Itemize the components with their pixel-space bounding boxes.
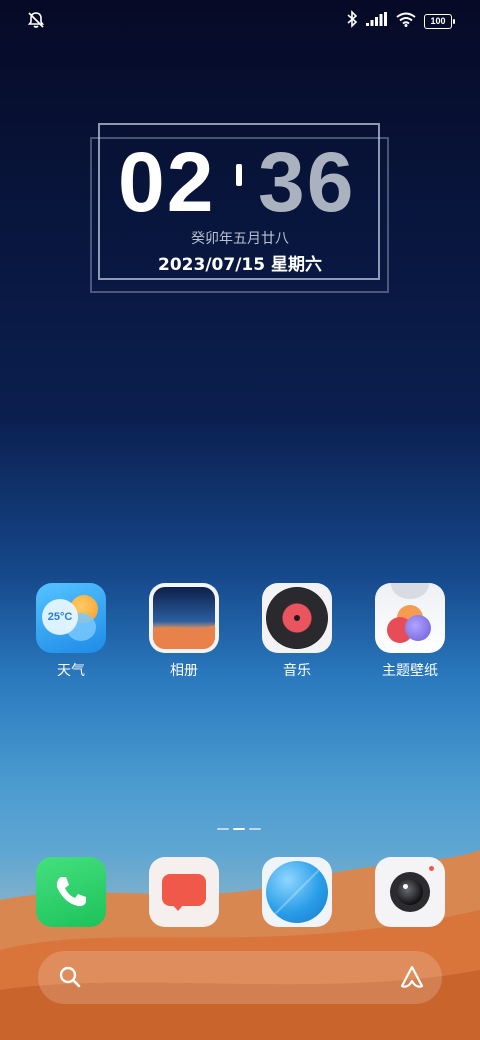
clock-minute: 36: [258, 135, 356, 229]
app-music[interactable]: 音乐: [262, 583, 332, 680]
app-grid: 25°C 天气 相册 音乐 主题壁纸: [0, 583, 480, 683]
app-themes[interactable]: 主题壁纸: [375, 583, 445, 680]
search-icon[interactable]: [58, 965, 82, 994]
weather-temp: 25°C: [42, 599, 78, 635]
silent-mode-icon: [26, 10, 46, 35]
music-icon: [262, 583, 332, 653]
signal-icon: [366, 12, 388, 31]
app-label: 主题壁纸: [382, 663, 438, 679]
search-bar[interactable]: [38, 951, 442, 1004]
themes-icon: [375, 583, 445, 653]
camera-icon[interactable]: [375, 857, 445, 927]
lunar-date: 癸卯年五月廿八: [191, 231, 289, 247]
app-label: 音乐: [283, 663, 311, 679]
clock-colon: [236, 164, 242, 186]
page-dot-active: [233, 828, 245, 830]
weather-icon: 25°C: [36, 583, 106, 653]
app-gallery[interactable]: 相册: [149, 583, 219, 680]
assistant-icon[interactable]: [398, 964, 426, 995]
app-label: 相册: [170, 663, 198, 679]
phone-icon[interactable]: [36, 857, 106, 927]
app-label: 天气: [57, 663, 85, 679]
gallery-icon: [149, 583, 219, 653]
page-dot: [217, 828, 229, 830]
battery-indicator: 100: [424, 14, 455, 29]
app-weather[interactable]: 25°C 天气: [36, 583, 106, 680]
messages-icon[interactable]: [149, 857, 219, 927]
page-dot: [249, 828, 261, 830]
clock-hour: 02: [118, 135, 216, 229]
wifi-icon: [396, 12, 416, 32]
bluetooth-icon: [346, 10, 358, 33]
page-indicator[interactable]: [217, 828, 261, 830]
status-bar: 100: [0, 0, 480, 40]
clock-time: 02 36: [118, 134, 368, 229]
browser-icon[interactable]: [262, 857, 332, 927]
gregorian-date: 2023/07/15 星期六: [158, 255, 322, 275]
